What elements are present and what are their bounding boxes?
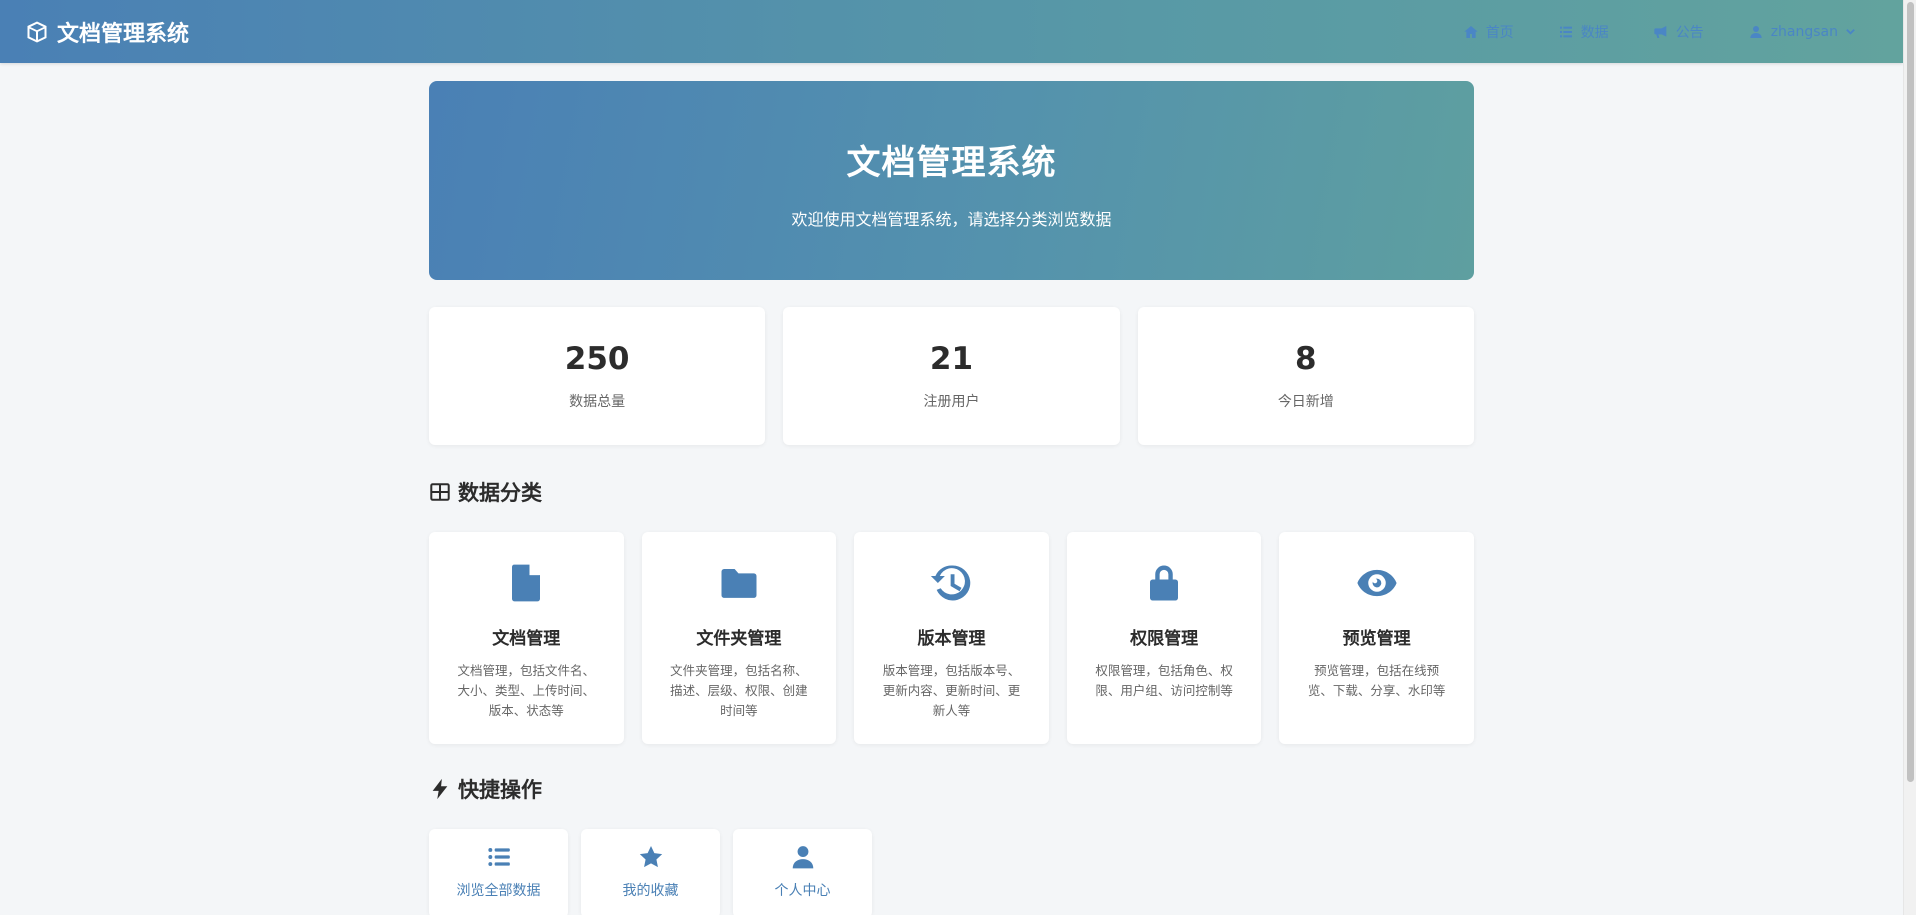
quick-label: 我的收藏: [622, 883, 679, 899]
stat-value: 21: [929, 341, 974, 377]
quick-label: 浏览全部数据: [456, 883, 541, 899]
stat-value: 250: [564, 341, 630, 377]
category-desc: 文档管理，包括文件名、大小、类型、上传时间、版本、状态等: [457, 663, 596, 718]
quick-favorites-button[interactable]: 我的收藏: [581, 829, 720, 915]
category-card-folders[interactable]: 文件夹管理 文件夹管理，包括名称、描述、层级、权限、创建时间等: [641, 532, 837, 744]
category-list: 文档管理 文档管理，包括文件名、大小、类型、上传时间、版本、状态等 文件夹管理 …: [429, 532, 1474, 744]
category-card-permissions[interactable]: 权限管理 权限管理，包括角色、权限、用户组、访问控制等: [1066, 532, 1262, 744]
file-icon: [512, 564, 541, 602]
grid-table-icon: [430, 483, 450, 501]
stat-card-users: 21 注册用户: [783, 307, 1120, 445]
vertical-scrollbar[interactable]: [1903, 0, 1916, 915]
stat-label: 数据总量: [569, 394, 626, 410]
top-navbar: 文档管理系统 首页 数据 公告 zhangsan: [0, 0, 1903, 63]
stat-label: 今日新增: [1277, 394, 1334, 410]
nav-data[interactable]: 数据: [1558, 22, 1609, 42]
categories-title: 数据分类: [458, 481, 542, 505]
stat-value: 8: [1295, 341, 1317, 377]
quick-label: 个人中心: [774, 883, 831, 899]
category-card-versions[interactable]: 版本管理 版本管理，包括版本号、更新内容、更新时间、更新人等: [854, 532, 1049, 744]
eye-icon: [1357, 569, 1397, 597]
lock-icon: [1150, 565, 1179, 601]
category-desc: 预览管理，包括在线预览、下载、分享、水印等: [1307, 663, 1446, 698]
list-icon: [487, 848, 510, 866]
list-icon: [1559, 26, 1572, 37]
category-card-documents[interactable]: 文档管理 文档管理，包括文件名、大小、类型、上传时间、版本、状态等: [429, 532, 624, 744]
category-name: 文档管理: [492, 629, 561, 649]
category-desc: 版本管理，包括版本号、更新内容、更新时间、更新人等: [882, 663, 1021, 718]
user-icon: [792, 846, 813, 869]
star-icon: [639, 845, 662, 868]
user-menu[interactable]: zhangsan: [1748, 24, 1856, 40]
cube-icon: [27, 21, 47, 42]
quick-actions-title: 快捷操作: [458, 778, 542, 802]
bolt-icon: [432, 778, 448, 800]
megaphone-icon: [1654, 25, 1667, 38]
nav-home[interactable]: 首页: [1463, 22, 1514, 42]
category-name: 预览管理: [1342, 629, 1411, 649]
brand-title: 文档管理系统: [57, 21, 190, 47]
stats-row: 250 数据总量 21 注册用户 8 今日新增: [429, 307, 1474, 445]
quick-actions-heading: 快捷操作: [429, 774, 1474, 804]
hero-banner: 文档管理系统 欢迎使用文档管理系统，请选择分类浏览数据: [429, 81, 1474, 280]
stat-card-total: 250 数据总量: [429, 307, 766, 445]
home-icon: [1464, 25, 1478, 38]
quick-profile-button[interactable]: 个人中心: [733, 829, 872, 915]
category-name: 版本管理: [917, 629, 986, 649]
user-icon: [1750, 25, 1762, 38]
folder-icon: [721, 569, 757, 598]
category-name: 文件夹管理: [696, 629, 782, 649]
hero-title: 文档管理系统: [846, 143, 1057, 183]
stat-label: 注册用户: [923, 394, 980, 410]
category-desc: 文件夹管理，包括名称、描述、层级、权限、创建时间等: [670, 663, 808, 718]
quick-browse-all-button[interactable]: 浏览全部数据: [429, 829, 568, 915]
category-desc: 权限管理，包括角色、权限、用户组、访问控制等: [1095, 663, 1233, 698]
category-card-preview[interactable]: 预览管理 预览管理，包括在线预览、下载、分享、水印等: [1279, 532, 1474, 744]
quick-actions: 浏览全部数据 我的收藏 个人中心: [429, 829, 1474, 915]
stat-card-today: 8 今日新增: [1137, 307, 1474, 445]
main-content: 文档管理系统 欢迎使用文档管理系统，请选择分类浏览数据 250 数据总量 21 …: [429, 81, 1474, 915]
chevron-down-icon: [1846, 29, 1855, 35]
hero-subtitle: 欢迎使用文档管理系统，请选择分类浏览数据: [791, 210, 1112, 229]
nav-home-label: 首页: [1485, 24, 1514, 41]
brand[interactable]: 文档管理系统: [25, 0, 189, 63]
scrollbar-thumb[interactable]: [1907, 2, 1914, 782]
nav-data-label: 数据: [1580, 24, 1609, 41]
nav-notice[interactable]: 公告: [1653, 22, 1704, 42]
category-name: 权限管理: [1130, 629, 1199, 649]
categories-heading: 数据分类: [429, 477, 1474, 507]
user-name: zhangsan: [1770, 23, 1838, 40]
history-icon: [931, 565, 971, 601]
nav-links: 首页 数据 公告 zhangsan: [1463, 0, 1856, 63]
nav-notice-label: 公告: [1675, 24, 1704, 41]
